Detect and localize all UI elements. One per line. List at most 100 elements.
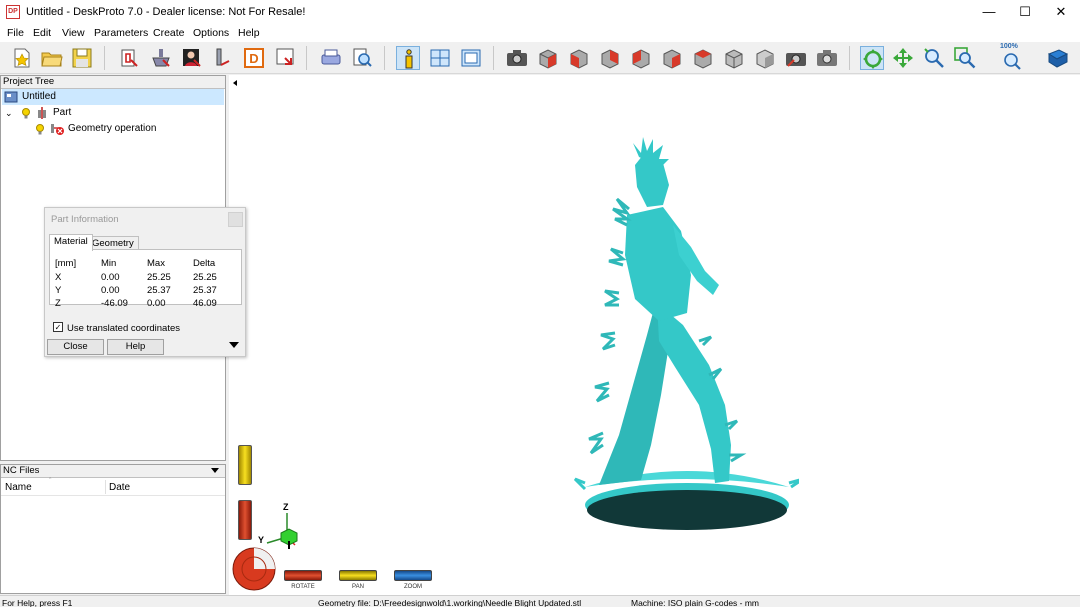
new-project-icon[interactable] [10,46,34,70]
rotate-icon[interactable] [860,46,884,70]
part-parameters-icon[interactable] [149,46,173,70]
save-nc-icon[interactable] [273,46,297,70]
row-z-axis: Z [55,298,61,309]
rotate-gauge[interactable] [284,570,322,581]
minimize-button[interactable]: — [972,0,1006,24]
header-max: Max [147,258,165,269]
machine-parameters-icon[interactable]: D [242,46,266,70]
column-name[interactable]: Name [5,482,32,493]
row-x-delta: 25.25 [193,272,217,283]
camera-settings-icon[interactable] [815,46,839,70]
menu-edit[interactable]: Edit [33,27,51,39]
window-view-icon[interactable] [459,46,483,70]
sort-indicator-icon: ˆ [49,478,52,485]
tab-material[interactable]: Material [49,234,93,251]
menu-bar: File Edit View Parameters Create Options… [0,24,1080,42]
menu-file[interactable]: File [7,27,24,39]
view-bottom-icon[interactable] [722,46,746,70]
row-y-max: 25.37 [147,285,171,296]
nc-files-panel: NC Files Name ˆ Date [0,464,226,594]
project-parameters-icon[interactable] [117,46,141,70]
status-geometry-file: Geometry file: D:\Freedesignwold\1.worki… [318,598,582,607]
camera-record-icon[interactable] [784,46,808,70]
operation-error-icon [51,124,64,135]
help-button[interactable]: Help [107,339,164,355]
part-dimensions-table: [mm] Min Max Delta X 0.00 25.25 25.25 Y … [49,249,242,309]
dropdown-arrow-icon[interactable] [211,468,219,473]
toolbar: D 100% [0,42,1080,74]
tree-item-geometry-operation[interactable]: Geometry operation [35,121,225,137]
view-right-icon[interactable] [660,46,684,70]
part-info-icon[interactable] [396,46,420,70]
tree-item-untitled-label: Untitled [22,91,56,102]
svg-text:D: D [249,51,258,66]
maximize-button[interactable]: ☐ [1008,0,1042,24]
save-icon[interactable] [70,46,94,70]
tree-item-part[interactable]: ⌄ Part [5,105,225,121]
collapse-arrow-icon[interactable] [233,80,237,86]
row-x-min: 0.00 [101,272,120,283]
view-back-icon[interactable] [598,46,622,70]
row-x-axis: X [55,272,62,283]
zoom-window-icon[interactable] [953,46,977,70]
chevron-down-icon[interactable]: ⌄ [5,105,13,121]
lightbulb-icon[interactable] [21,108,31,119]
translated-coordinates-checkbox[interactable]: ✓ [53,322,63,332]
tree-item-part-label: Part [53,107,72,118]
part-icon [38,107,46,119]
tree-item-untitled[interactable]: Untitled [2,89,224,105]
print-icon[interactable] [319,46,343,70]
tree-item-geometry-operation-label: Geometry operation [68,123,157,134]
nc-files-title: NC Files [3,465,40,476]
menu-parameters[interactable]: Parameters [94,27,148,39]
column-divider[interactable] [105,480,106,494]
view-cube-icon[interactable] [753,46,777,70]
close-dialog-button[interactable]: Close [47,339,104,355]
menu-options[interactable]: Options [193,27,229,39]
zoom-gauge[interactable] [394,570,432,581]
print-preview-icon[interactable] [350,46,374,70]
axis-label-z: Z [283,502,289,512]
close-button[interactable]: ✕ [1044,0,1078,24]
rotate-dial[interactable] [232,547,276,591]
3d-model-figure [573,137,799,530]
rotate-gauge-label: ROTATE [291,584,315,590]
expand-arrow-icon[interactable] [229,342,239,348]
column-date[interactable]: Date [109,482,130,493]
title-bar: DP Untitled - DeskProto 7.0 - Dealer lic… [0,0,1080,24]
menu-help[interactable]: Help [238,27,260,39]
open-folder-icon[interactable] [40,46,64,70]
pan-icon[interactable] [891,46,915,70]
layout-view-icon[interactable] [428,46,452,70]
camera-icon[interactable] [505,46,529,70]
menu-create[interactable]: Create [153,27,185,39]
header-min: Min [101,258,117,269]
nc-files-header[interactable]: NC Files [1,465,225,478]
3d-viewport[interactable]: Z Y [229,75,1080,595]
zoom-icon[interactable] [922,46,946,70]
lightbulb-icon[interactable] [35,124,45,135]
help-book-icon[interactable] [1046,46,1070,70]
view-top-icon[interactable] [691,46,715,70]
row-z-delta: 46.09 [193,298,217,309]
view-isometric-icon[interactable] [536,46,560,70]
pan-gauge[interactable] [339,570,377,581]
zoom-gauge-label: ZOOM [404,584,422,590]
window-title: Untitled - DeskProto 7.0 - Dealer licens… [26,6,306,18]
gauge-vertical-pan[interactable] [238,445,252,485]
project-tree-header: Project Tree [1,76,225,89]
status-help: For Help, press F1 [2,598,73,607]
operation-parameters-icon[interactable] [180,46,204,70]
nc-files-columns: Name ˆ Date [1,478,225,496]
menu-view[interactable]: View [62,27,85,39]
translated-coordinates-label: Use translated coordinates [67,323,181,334]
toolpath-parameters-icon[interactable] [211,46,235,70]
dialog-title: Part Information [51,214,119,225]
view-left-icon[interactable] [629,46,653,70]
zoom-100-icon[interactable]: 100% [1000,43,1024,70]
status-machine: Machine: ISO plain G-codes - mm [631,598,760,607]
row-z-max: 0.00 [147,298,166,309]
dialog-close-box[interactable] [228,212,243,227]
gauge-vertical-rotate[interactable] [238,500,252,540]
view-front-icon[interactable] [567,46,591,70]
